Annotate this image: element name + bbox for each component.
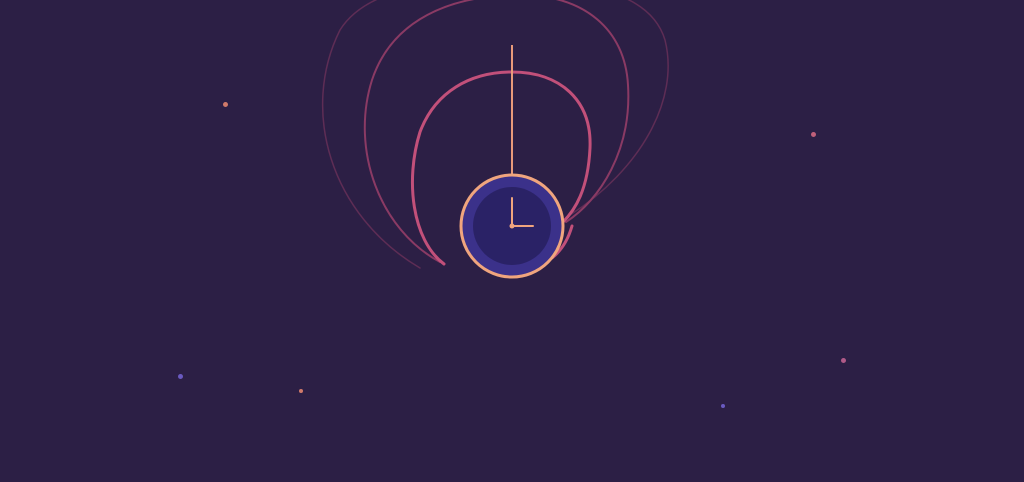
star-dot [811, 132, 816, 137]
star-dot [178, 374, 183, 379]
pendulum-clock-illustration [321, 0, 669, 279]
star-dot [841, 358, 846, 363]
clock-icon [459, 173, 565, 279]
star-dot [223, 102, 228, 107]
clock-center-pin [509, 223, 515, 229]
star-dot [299, 389, 303, 393]
loading-scene [0, 0, 1024, 482]
star-dot [721, 404, 725, 408]
